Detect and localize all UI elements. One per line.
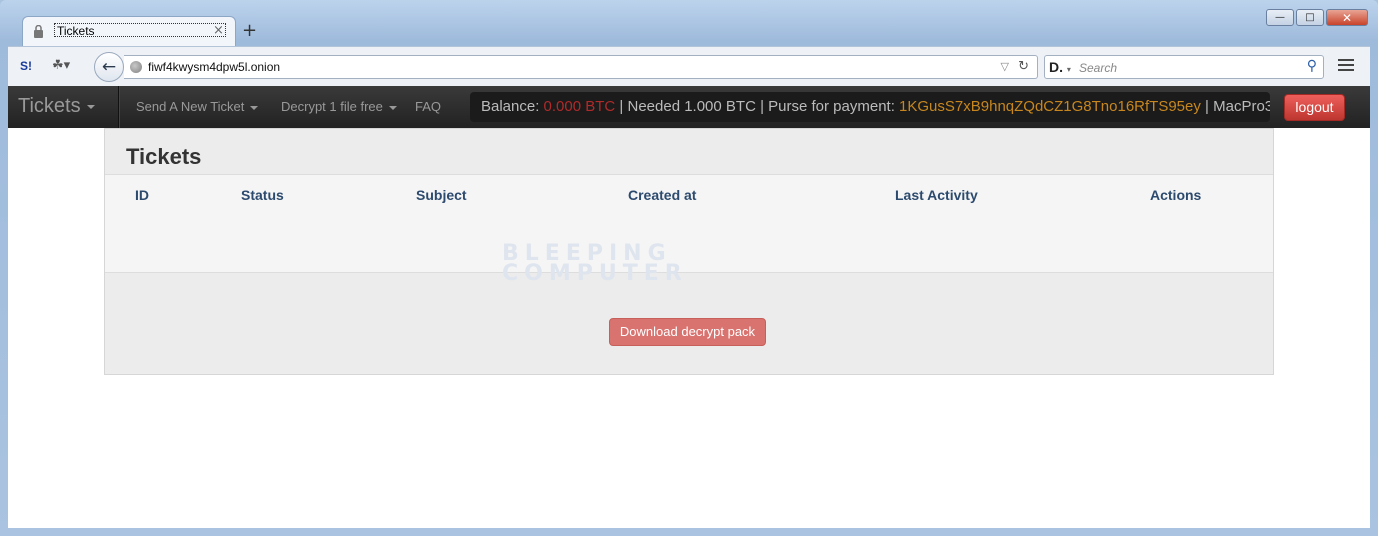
search-placeholder: Search xyxy=(1079,61,1118,75)
browser-toolbar: S! ☘▾ ← fiwf4kwysm4dpw5l.onion ▽ ↻ D. ▾ … xyxy=(8,46,1370,86)
back-button[interactable]: ← xyxy=(94,52,124,82)
balance-amount: 0.000 BTC xyxy=(543,98,616,115)
tab-close-icon[interactable]: × xyxy=(213,23,224,38)
addon-menu-icon[interactable]: ☘▾ xyxy=(52,58,70,73)
search-icon[interactable]: ⚲ xyxy=(1307,58,1317,74)
back-arrow-icon: ← xyxy=(101,57,117,77)
globe-icon xyxy=(130,61,142,73)
tab-title: Tickets xyxy=(54,23,226,38)
hamburger-menu-icon[interactable] xyxy=(1338,59,1354,74)
addon-icon[interactable]: S! xyxy=(20,59,32,73)
browser-window: Tickets × + — □ ✕ S! ☘▾ ← fiwf4kwysm4dpw… xyxy=(0,0,1378,536)
caret-down-icon xyxy=(86,104,95,109)
nav-faq[interactable]: FAQ xyxy=(415,99,441,114)
nav-decrypt-free[interactable]: Decrypt 1 file free xyxy=(281,99,397,114)
reload-icon[interactable]: ↻ xyxy=(1018,59,1029,74)
purse-address: 1KGusS7xB9hnqZQdCZ1G8Tno16RfTS95ey xyxy=(899,98,1201,115)
url-dropdown-icon[interactable]: ▽ xyxy=(1001,60,1009,73)
minimize-button[interactable]: — xyxy=(1266,9,1294,26)
search-box[interactable]: D. ▾ Search ⚲ xyxy=(1044,55,1324,79)
navbar-divider xyxy=(118,86,120,128)
lock-icon xyxy=(34,25,43,38)
download-decrypt-pack-button[interactable]: Download decrypt pack xyxy=(609,318,766,346)
close-window-button[interactable]: ✕ xyxy=(1326,9,1368,26)
url-text: fiwf4kwysm4dpw5l.onion xyxy=(148,60,281,74)
brand-dropdown[interactable]: Tickets xyxy=(18,95,95,118)
nav-send-ticket[interactable]: Send A New Ticket xyxy=(136,99,259,114)
maximize-button[interactable]: □ xyxy=(1296,9,1324,26)
address-bar[interactable]: fiwf4kwysm4dpw5l.onion ▽ ↻ xyxy=(124,55,1038,79)
search-engine-icon[interactable]: D. ▾ xyxy=(1049,59,1071,75)
site-navbar: Tickets Send A New Ticket Decrypt 1 file… xyxy=(8,86,1370,128)
balance-info: Balance: 0.000 BTC | Needed 1.000 BTC | … xyxy=(470,92,1270,122)
window-controls: — □ ✕ xyxy=(1266,9,1368,26)
browser-tab[interactable]: Tickets × xyxy=(22,16,236,46)
new-tab-button[interactable]: + xyxy=(242,20,257,41)
caret-down-icon xyxy=(388,105,397,110)
logout-button[interactable]: logout xyxy=(1284,94,1345,121)
page-content: Tickets Send A New Ticket Decrypt 1 file… xyxy=(8,86,1370,528)
caret-down-icon xyxy=(250,105,259,110)
